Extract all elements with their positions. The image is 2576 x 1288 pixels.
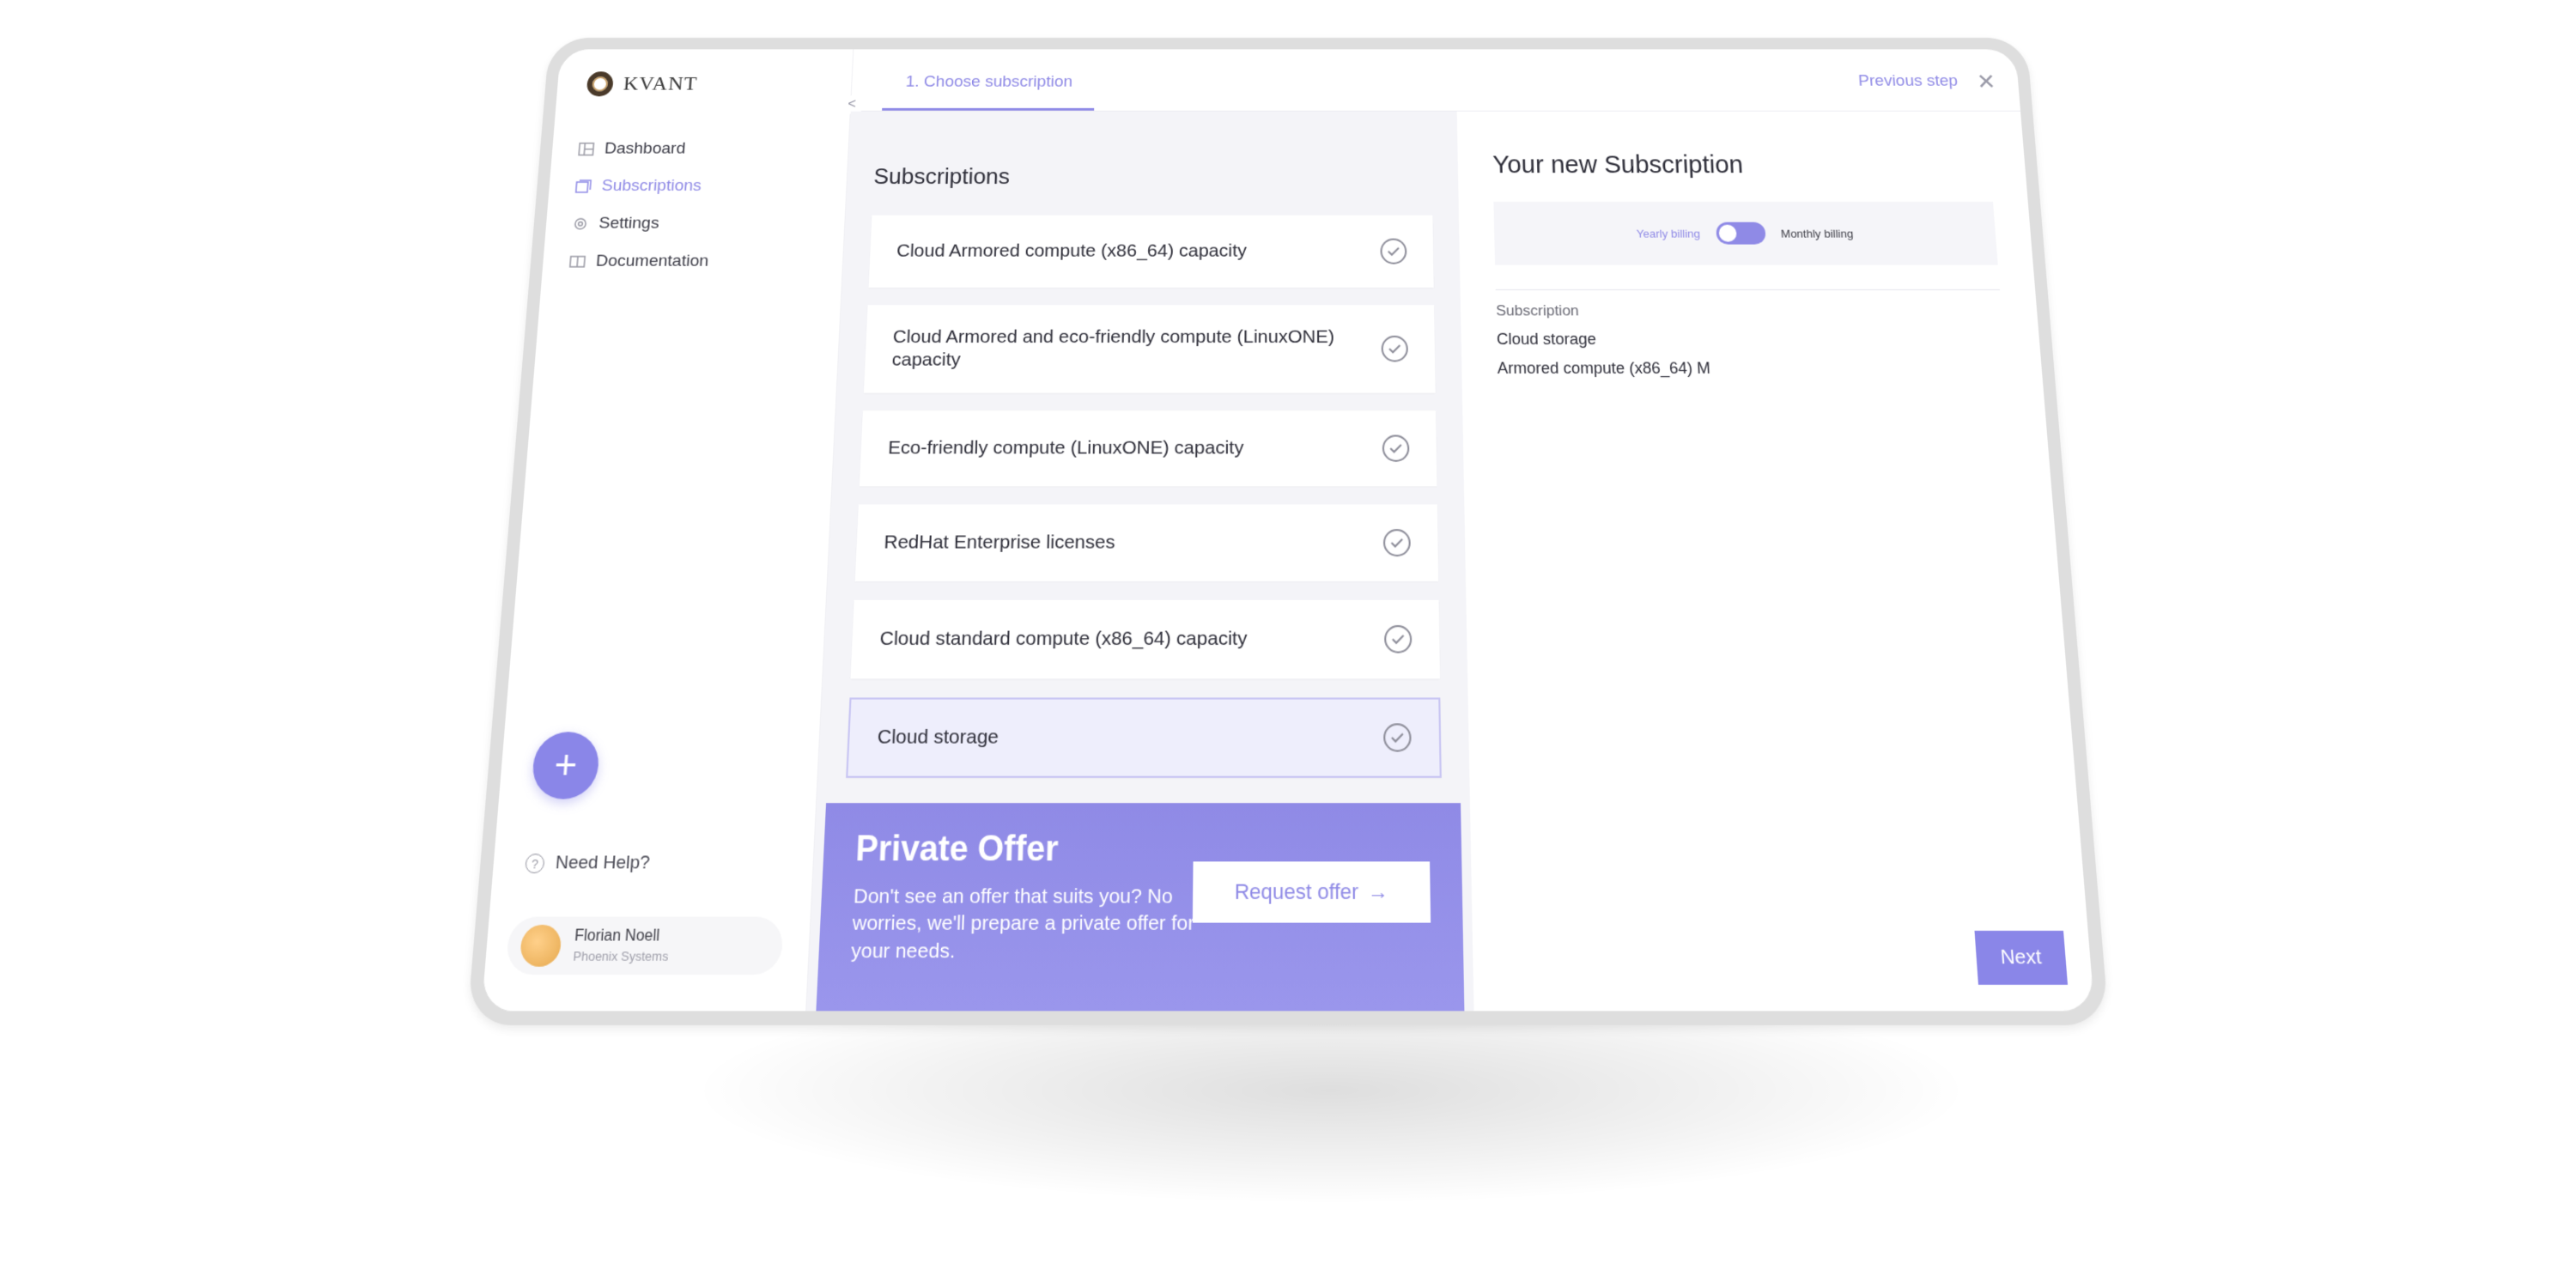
subscription-option-label: Eco-friendly compute (LinuxONE) capacity bbox=[888, 438, 1244, 459]
toggle-knob bbox=[1718, 225, 1736, 242]
subscription-option-label: Cloud standard compute (x86_64) capacity bbox=[879, 628, 1247, 650]
sidebar-item-dashboard[interactable]: Dashboard bbox=[577, 131, 823, 167]
close-icon[interactable]: ✕ bbox=[1976, 70, 1996, 92]
subscription-option[interactable]: RedHat Enterprise licenses bbox=[855, 504, 1438, 581]
check-circle-icon bbox=[1384, 625, 1412, 653]
sidebar: KVANT Dashboard Subscriptions Settings D… bbox=[482, 49, 854, 1011]
subscriptions-title: Subscriptions bbox=[873, 163, 1432, 190]
check-circle-icon bbox=[1383, 529, 1411, 556]
subscription-option[interactable]: Cloud standard compute (x86_64) capacity bbox=[850, 600, 1440, 679]
subscription-option-label: RedHat Enterprise licenses bbox=[884, 532, 1115, 554]
dashboard-icon bbox=[578, 143, 594, 156]
summary-item: Armored compute (x86_64) M bbox=[1498, 359, 2008, 378]
yearly-billing-label[interactable]: Yearly billing bbox=[1637, 227, 1701, 240]
divider bbox=[1496, 289, 2000, 290]
user-name: Florian Noell bbox=[574, 927, 670, 945]
book-icon bbox=[569, 255, 586, 269]
logo-icon bbox=[586, 71, 614, 96]
tablet-device-frame: KVANT Dashboard Subscriptions Settings D… bbox=[467, 38, 2110, 1025]
help-label: Need Help? bbox=[555, 853, 651, 874]
sidebar-item-subscriptions[interactable]: Subscriptions bbox=[574, 167, 822, 204]
brand-name: KVANT bbox=[623, 73, 698, 95]
wizard-content: Subscriptions Cloud Armored compute (x86… bbox=[806, 112, 2094, 1012]
previous-step-link[interactable]: Previous step bbox=[1858, 72, 1959, 90]
check-circle-icon bbox=[1382, 336, 1408, 362]
summary-section-label: Subscription bbox=[1496, 302, 2002, 319]
private-offer-banner: Private Offer Don't see an offer that su… bbox=[816, 803, 1464, 1011]
subscriptions-icon bbox=[575, 179, 592, 193]
brand: KVANT bbox=[555, 49, 853, 118]
check-circle-icon bbox=[1382, 434, 1410, 461]
subscription-option-selected[interactable]: Cloud storage bbox=[846, 697, 1442, 778]
subscriptions-panel: Subscriptions Cloud Armored compute (x86… bbox=[806, 112, 1473, 1012]
user-card[interactable]: Florian Noell Phoenix Systems bbox=[505, 917, 783, 975]
tab-choose-subscription[interactable]: 1. Choose subscription bbox=[882, 73, 1095, 111]
subscription-option-label: Cloud storage bbox=[877, 726, 999, 750]
request-offer-button[interactable]: Request offer → bbox=[1193, 861, 1431, 922]
offer-text: Don't see an offer that suits you? No wo… bbox=[851, 884, 1212, 965]
sidebar-item-settings[interactable]: Settings bbox=[571, 205, 819, 243]
avatar bbox=[519, 925, 562, 967]
check-circle-icon bbox=[1380, 239, 1406, 264]
sidebar-item-label: Dashboard bbox=[604, 140, 686, 159]
next-button[interactable]: Next bbox=[1974, 931, 2068, 985]
user-org: Phoenix Systems bbox=[573, 949, 669, 963]
wizard-header: < 1. Choose subscription Previous step ✕ bbox=[851, 49, 2020, 111]
summary-title: Your new Subscription bbox=[1492, 152, 1991, 179]
summary-item: Cloud storage bbox=[1497, 331, 2005, 349]
monthly-billing-label[interactable]: Monthly billing bbox=[1781, 227, 1854, 240]
question-icon: ? bbox=[525, 854, 545, 873]
subscription-option[interactable]: Cloud Armored compute (x86_64) capacity bbox=[869, 216, 1434, 288]
main-area: < 1. Choose subscription Previous step ✕… bbox=[806, 49, 2094, 1011]
subscription-option[interactable]: Cloud Armored and eco-friendly compute (… bbox=[864, 305, 1436, 392]
add-button[interactable]: + bbox=[531, 732, 601, 799]
help-link[interactable]: ? Need Help? bbox=[525, 853, 651, 874]
app-screen: KVANT Dashboard Subscriptions Settings D… bbox=[482, 49, 2095, 1011]
request-offer-label: Request offer bbox=[1235, 879, 1359, 905]
sidebar-item-label: Documentation bbox=[595, 252, 709, 271]
subscription-option-label: Cloud Armored compute (x86_64) capacity bbox=[896, 241, 1247, 262]
sidebar-item-label: Settings bbox=[598, 215, 660, 234]
sidebar-item-label: Subscriptions bbox=[601, 177, 702, 196]
arrow-right-icon: → bbox=[1368, 879, 1388, 905]
header-actions: Previous step ✕ bbox=[1858, 70, 2020, 110]
billing-toggle[interactable] bbox=[1716, 222, 1766, 245]
subscription-option-label: Cloud Armored and eco-friendly compute (… bbox=[891, 325, 1337, 372]
check-circle-icon bbox=[1383, 723, 1412, 751]
gear-icon bbox=[572, 217, 589, 231]
summary-panel: Your new Subscription Yearly billing Mon… bbox=[1457, 112, 2095, 1012]
subscription-option[interactable]: Eco-friendly compute (LinuxONE) capacity bbox=[860, 410, 1437, 486]
sidebar-nav: Dashboard Subscriptions Settings Documen… bbox=[542, 131, 849, 281]
sidebar-item-documentation[interactable]: Documentation bbox=[568, 243, 817, 281]
billing-toggle-group: Yearly billing Monthly billing bbox=[1493, 202, 1997, 265]
